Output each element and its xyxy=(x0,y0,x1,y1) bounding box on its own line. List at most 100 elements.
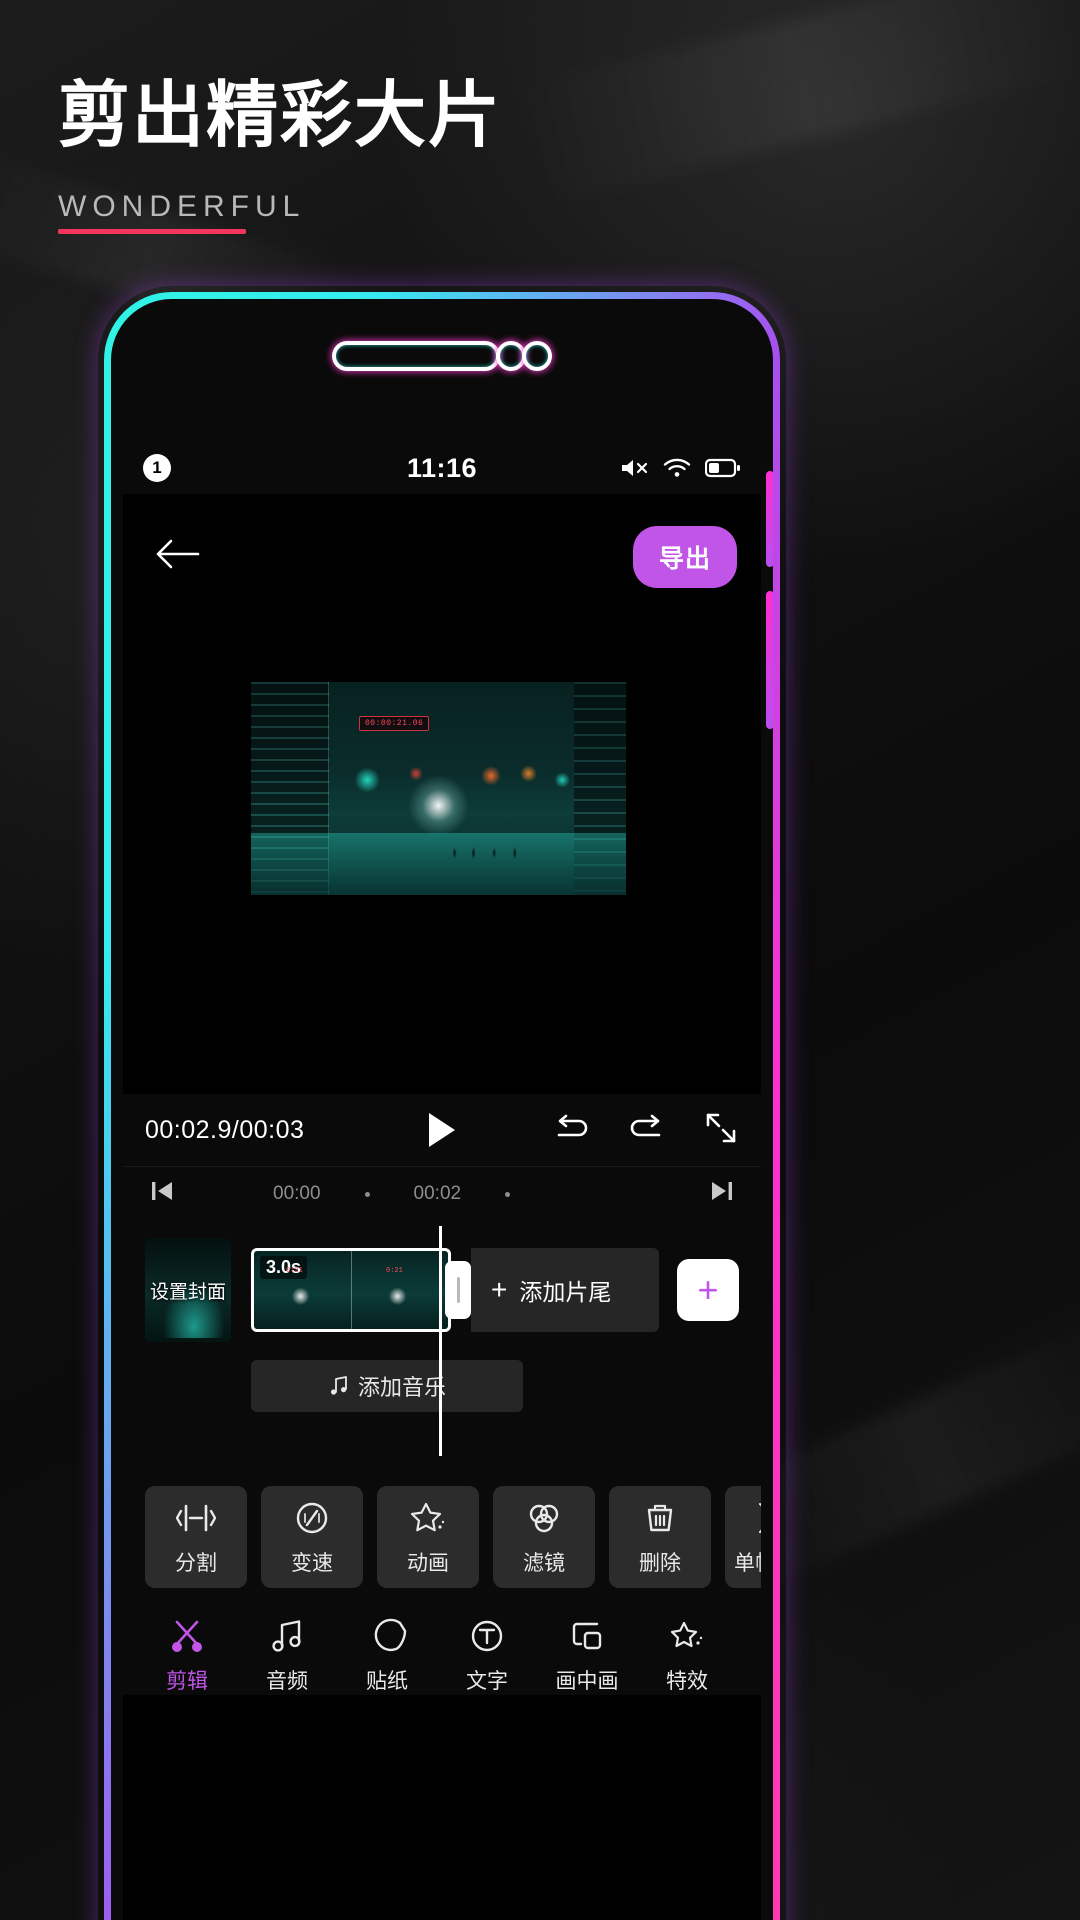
skip-to-end-icon xyxy=(712,1182,732,1200)
nav-label: 文字 xyxy=(466,1670,508,1693)
sticker-icon xyxy=(374,1618,407,1652)
nav-label: 音频 xyxy=(266,1670,308,1693)
scissors-icon xyxy=(172,1620,202,1652)
redo-icon xyxy=(630,1114,661,1136)
video-preview-area: 导出 00:00:21.06 xyxy=(123,494,761,1094)
add-music-button[interactable]: 添加音乐 xyxy=(251,1360,523,1412)
nav-item-sticker[interactable]: 贴纸 xyxy=(337,1616,437,1695)
background-streak xyxy=(513,0,1080,206)
text-t-icon xyxy=(471,1620,503,1652)
plus-icon: + xyxy=(491,1274,508,1305)
video-clip[interactable]: 3.0s 0:21 0:21 xyxy=(251,1248,451,1332)
tool-label: 分割 xyxy=(175,1551,217,1575)
phone-side-button xyxy=(766,591,773,729)
video-frame: 00:00:21.06 xyxy=(251,682,626,895)
trash-icon xyxy=(647,1504,673,1531)
clip-divider xyxy=(351,1251,352,1329)
tool-label: 滤镜 xyxy=(523,1551,565,1575)
page-subtitle: WONDERFUL xyxy=(58,190,306,223)
nav-label: 贴纸 xyxy=(366,1670,408,1693)
back-button[interactable] xyxy=(149,526,205,582)
timeline-track-row: 设置封面 3.0s 0:21 0:21 + 添加片尾 + xyxy=(123,1238,761,1342)
set-cover-label: 设置封面 xyxy=(149,1281,226,1303)
nav-item-filter[interactable]: 滤镜 xyxy=(737,1616,761,1695)
nav-label: 剪辑 xyxy=(166,1670,208,1693)
nav-item-pip[interactable]: 画中画 xyxy=(537,1616,637,1695)
add-music-label: 添加音乐 xyxy=(357,1375,446,1400)
phone-side-button xyxy=(766,471,773,567)
ruler-tick-dot xyxy=(505,1191,511,1197)
video-scene-figures xyxy=(446,845,532,861)
tool-label: 动画 xyxy=(407,1551,449,1575)
ruler-tick-label: 00:02 xyxy=(413,1183,462,1204)
star-sparkle-icon xyxy=(410,1502,445,1531)
clip-track: 3.0s 0:21 0:21 + 添加片尾 + xyxy=(251,1248,739,1332)
tool-delete[interactable]: 删除 xyxy=(609,1486,711,1588)
tool-split[interactable]: 分割 xyxy=(145,1486,247,1588)
bottom-navigation[interactable]: 剪辑 音频 贴纸 文字 画中画 特效 xyxy=(123,1598,761,1695)
clip-thumb-overlay: 0:21 xyxy=(286,1267,303,1275)
status-bar: 1 11:16 xyxy=(123,442,761,494)
tool-label: 删除 xyxy=(639,1551,681,1575)
nav-label: 画中画 xyxy=(555,1670,619,1693)
tool-frame-export[interactable]: 单帧导出 xyxy=(725,1486,761,1588)
music-note-icon xyxy=(330,1376,347,1395)
tool-filter[interactable]: 滤镜 xyxy=(493,1486,595,1588)
context-toolbar[interactable]: 分割 变速 动画 滤镜 删除 单 xyxy=(123,1470,761,1598)
battery-icon xyxy=(705,457,741,479)
video-overlay-timecode: 00:00:21.06 xyxy=(359,716,430,731)
nav-item-effects[interactable]: 特效 xyxy=(637,1616,737,1695)
subtitle-underline xyxy=(58,229,246,234)
tool-animation[interactable]: 动画 xyxy=(377,1486,479,1588)
promo-page: 剪出精彩大片 WONDERFUL 1 11:16 导出 00:00:21.06 … xyxy=(0,0,1080,1920)
undo-icon xyxy=(557,1114,588,1136)
nav-item-audio[interactable]: 音频 xyxy=(237,1616,337,1695)
add-ending-button[interactable]: + 添加片尾 xyxy=(471,1248,659,1332)
speed-gauge-icon xyxy=(296,1502,328,1533)
subtitle-group: WONDERFUL xyxy=(58,190,305,234)
frame-export-icon xyxy=(759,1502,761,1533)
status-bar-right xyxy=(619,456,741,480)
clip-trim-handle[interactable] xyxy=(445,1261,471,1319)
player-right-controls xyxy=(551,1110,739,1151)
filter-circles-icon xyxy=(529,1504,559,1532)
expand-icon xyxy=(706,1113,736,1142)
back-arrow-icon xyxy=(156,539,200,569)
timeline-ruler[interactable]: 00:00 00:02 xyxy=(123,1166,761,1220)
add-ending-label: 添加片尾 xyxy=(519,1279,612,1305)
phone-mockup: 1 11:16 导出 00:00:21.06 00:02.9/00:03 00:… xyxy=(104,292,780,1920)
set-cover-button[interactable]: 设置封面 xyxy=(145,1238,231,1342)
sparkle-star-icon xyxy=(670,1621,703,1648)
phone-notch-island xyxy=(332,341,552,371)
video-canvas[interactable]: 00:00:21.06 xyxy=(251,494,626,1077)
camera-dot xyxy=(522,341,552,371)
nav-label: 特效 xyxy=(666,1670,708,1693)
tool-label: 单帧导出 xyxy=(734,1551,761,1575)
playhead[interactable] xyxy=(439,1226,442,1456)
music-track-row: 添加音乐 xyxy=(123,1360,761,1412)
tool-speed[interactable]: 变速 xyxy=(261,1486,363,1588)
mute-icon xyxy=(619,456,649,480)
fullscreen-button[interactable] xyxy=(703,1110,739,1151)
tool-label: 变速 xyxy=(291,1551,333,1575)
nav-item-text[interactable]: 文字 xyxy=(437,1616,537,1695)
add-media-button[interactable]: + xyxy=(677,1259,739,1321)
play-button[interactable] xyxy=(419,1107,465,1153)
export-button[interactable]: 导出 xyxy=(632,526,737,588)
split-icon xyxy=(176,1504,216,1531)
app-screen: 1 11:16 导出 00:00:21.06 00:02.9/00:03 00:… xyxy=(123,442,761,1920)
music-note-icon xyxy=(272,1620,301,1652)
wifi-icon xyxy=(662,456,692,480)
player-control-bar: 00:02.9/00:03 xyxy=(123,1094,761,1166)
timeline-area[interactable]: 设置封面 3.0s 0:21 0:21 + 添加片尾 + 添加音乐 xyxy=(123,1220,761,1470)
ruler-tick-dot xyxy=(364,1191,370,1197)
skip-to-end-button[interactable] xyxy=(709,1178,735,1209)
clip-thumb-overlay: 0:21 xyxy=(386,1267,403,1275)
nav-item-edit[interactable]: 剪辑 xyxy=(137,1616,237,1695)
undo-button[interactable] xyxy=(551,1113,591,1148)
play-icon xyxy=(429,1113,455,1147)
redo-button[interactable] xyxy=(627,1113,667,1148)
skip-to-start-icon xyxy=(152,1182,172,1200)
video-scene-road xyxy=(251,833,626,895)
skip-to-start-button[interactable] xyxy=(149,1178,175,1209)
